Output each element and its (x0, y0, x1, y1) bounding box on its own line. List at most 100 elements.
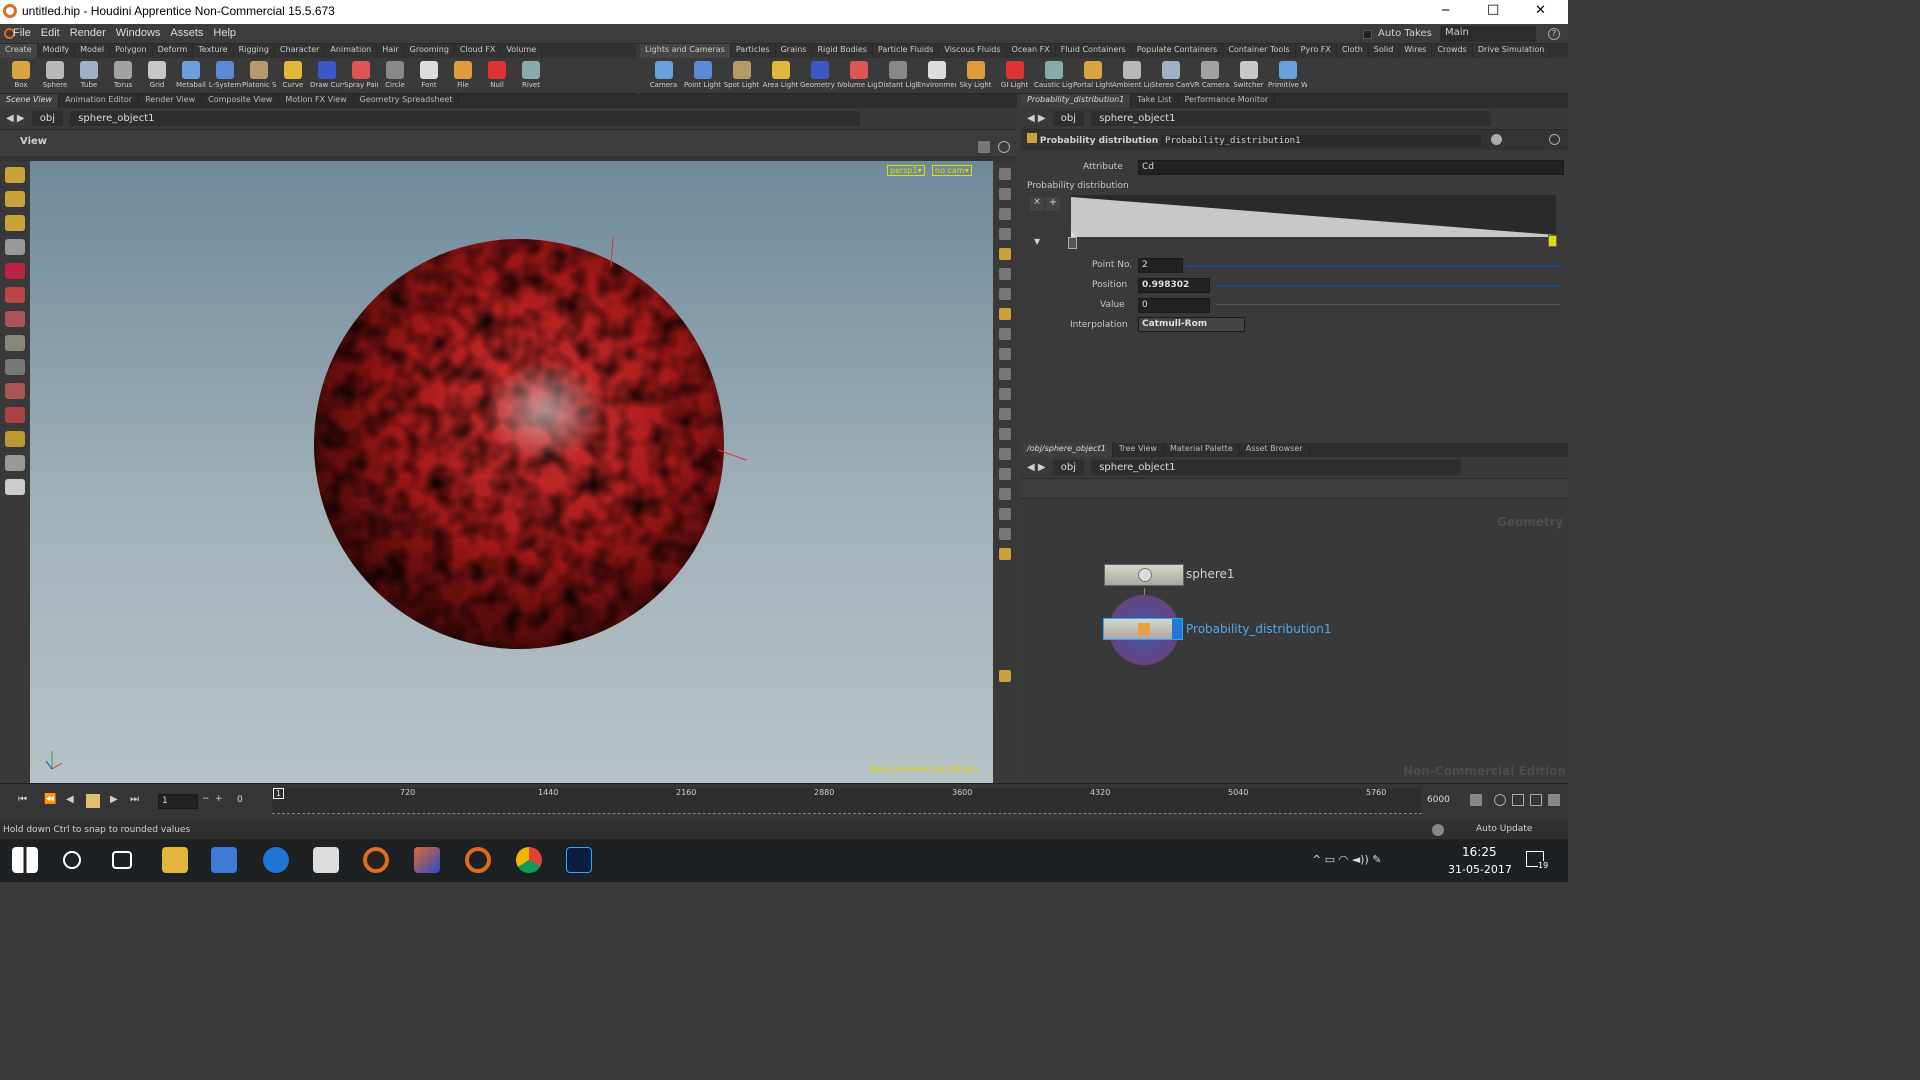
point-no-field[interactable]: 2 (1138, 258, 1183, 273)
audio-icon[interactable] (1530, 794, 1542, 806)
pane-tab-animation-editor[interactable]: Animation Editor (59, 94, 140, 108)
tool-gi-light[interactable]: GI Light (995, 58, 1034, 89)
chrome-icon[interactable] (516, 847, 542, 873)
store-icon[interactable] (313, 847, 339, 873)
close-button[interactable]: ✕ (1535, 3, 1546, 18)
shelf-tab-hair[interactable]: Hair (377, 44, 405, 58)
shelf-tab-character[interactable]: Character (275, 44, 326, 58)
rotate-tool-icon[interactable] (5, 287, 25, 303)
key-icon[interactable] (1470, 794, 1482, 806)
shelf-tab-wires[interactable]: Wires (1399, 44, 1433, 58)
shelf-tab-modify[interactable]: Modify (38, 44, 76, 58)
safe-area-icon[interactable] (999, 468, 1011, 480)
bound-icon[interactable] (999, 488, 1011, 500)
visualize-icon[interactable] (999, 548, 1011, 560)
minimize-button[interactable]: ─ (1442, 3, 1449, 17)
shelf-tab-crowds[interactable]: Crowds (1432, 44, 1473, 58)
ramp-collapse-icon[interactable]: ▼ (1034, 237, 1040, 246)
pane-tab-motion-fx-view[interactable]: Motion FX View (279, 94, 354, 108)
shelf-tab-model[interactable]: Model (75, 44, 111, 58)
point-icon[interactable] (999, 348, 1011, 360)
snap-tool-icon[interactable] (5, 431, 25, 447)
play-button[interactable]: ▶ (110, 794, 118, 805)
tool-file[interactable]: File (446, 58, 480, 89)
tool-area-light[interactable]: Area Light (761, 58, 800, 89)
tool-curve[interactable]: Curve (276, 58, 310, 89)
shelf-tab-grains[interactable]: Grains (776, 44, 813, 58)
loop-icon[interactable] (1512, 794, 1524, 806)
lock-icon[interactable] (999, 188, 1011, 200)
desktop-select[interactable]: Main (1440, 26, 1536, 42)
clock-date[interactable]: 31-05-2017 (1448, 863, 1512, 876)
tool-font[interactable]: Font (412, 58, 446, 89)
ramp-key-last[interactable] (1548, 235, 1557, 247)
shelf-tab-lights-and-cameras[interactable]: Lights and Cameras (640, 44, 731, 58)
path-obj[interactable]: obj (31, 111, 64, 126)
update-icon[interactable] (1432, 824, 1444, 836)
help-icon[interactable] (1549, 134, 1560, 145)
shading-icon[interactable] (999, 228, 1011, 240)
tool-spot-light[interactable]: Spot Light (722, 58, 761, 89)
tool-primitive-w-[interactable]: Primitive W... (1268, 58, 1307, 89)
current-frame-field[interactable]: 1 (158, 794, 198, 809)
back-arrow-icon[interactable]: ◀ (1027, 462, 1035, 473)
pane-tab-geometry-spreadsheet[interactable]: Geometry Spreadsheet (354, 94, 460, 108)
menu-help[interactable]: Help (208, 24, 241, 42)
tool-vr-camera[interactable]: VR Camera (1190, 58, 1229, 89)
net-path-node[interactable]: sphere_object1 (1091, 460, 1462, 475)
file-explorer-icon[interactable] (162, 847, 188, 873)
tool-platonic-sol-[interactable]: Platonic Sol... (242, 58, 276, 89)
pin-icon[interactable] (999, 268, 1011, 280)
tool-box[interactable]: Box (4, 58, 38, 89)
menu-file[interactable]: File (8, 24, 36, 42)
param-path-obj[interactable]: obj (1052, 111, 1085, 126)
value-slider[interactable] (1216, 304, 1561, 305)
sphere-node[interactable] (1104, 564, 1184, 586)
tool-environmen-[interactable]: Environmen... (917, 58, 956, 89)
lasso-tool-icon[interactable] (5, 383, 25, 399)
shelf-tab-texture[interactable]: Texture (193, 44, 234, 58)
param-path-node[interactable]: sphere_object1 (1091, 111, 1492, 126)
auto-update-select[interactable]: Auto Update (1476, 824, 1532, 834)
tool-ambient-lig-[interactable]: Ambient Lig... (1112, 58, 1151, 89)
tool-grid[interactable]: Grid (140, 58, 174, 89)
step-back-button[interactable]: ⏪ (44, 794, 56, 805)
play-reverse-button[interactable]: ◀ (66, 794, 74, 805)
shelf-tab-particle-fluids[interactable]: Particle Fluids (873, 44, 940, 58)
tool-tube[interactable]: Tube (72, 58, 106, 89)
ghost-icon[interactable] (999, 208, 1011, 220)
transform-tool-icon[interactable] (5, 335, 25, 351)
snap-icon[interactable] (999, 328, 1011, 340)
stop-button[interactable] (86, 794, 100, 808)
tool-switcher[interactable]: Switcher (1229, 58, 1268, 89)
pane-tab-tree-view[interactable]: Tree View (1113, 443, 1164, 457)
houdini-taskbar-icon[interactable] (363, 847, 389, 873)
position-slider[interactable] (1216, 285, 1561, 287)
task-view-icon[interactable] (112, 851, 132, 869)
pane-tab-asset-browser[interactable]: Asset Browser (1240, 443, 1310, 457)
shelf-tab-fluid-containers[interactable]: Fluid Containers (1056, 44, 1132, 58)
menu-render[interactable]: Render (65, 24, 111, 42)
bg-icon[interactable] (999, 308, 1011, 320)
pane-tab-render-view[interactable]: Render View (139, 94, 203, 108)
viewer-help-icon[interactable] (998, 141, 1010, 153)
shelf-tab-rigging[interactable]: Rigging (234, 44, 275, 58)
shelf-tab-drive-simulation[interactable]: Drive Simulation (1473, 44, 1551, 58)
auto-takes-checkbox[interactable] (1363, 30, 1372, 39)
global-anim-icon[interactable] (1548, 794, 1560, 806)
tool-caustic-light[interactable]: Caustic Light (1034, 58, 1073, 89)
no-cam-menu[interactable]: no cam▾ (932, 165, 972, 176)
3d-viewport[interactable]: persp1▾ no cam▾ Non-Commercial Edition (30, 161, 993, 783)
shelf-tab-cloud-fx[interactable]: Cloud FX (455, 44, 502, 58)
magnet-tool-icon[interactable] (5, 407, 25, 423)
arrow-select-icon[interactable] (5, 239, 25, 255)
shelf-tab-populate-containers[interactable]: Populate Containers (1132, 44, 1224, 58)
tool-torus[interactable]: Torus (106, 58, 140, 89)
ramp-delete-button[interactable]: × (1030, 197, 1044, 211)
tool-sphere[interactable]: Sphere (38, 58, 72, 89)
menu-edit[interactable]: Edit (36, 24, 65, 42)
attribute-field[interactable]: Cd (1138, 160, 1564, 175)
camera-menu[interactable]: persp1▾ (887, 165, 925, 176)
tool-null[interactable]: Null (480, 58, 514, 89)
image-icon[interactable] (999, 528, 1011, 540)
